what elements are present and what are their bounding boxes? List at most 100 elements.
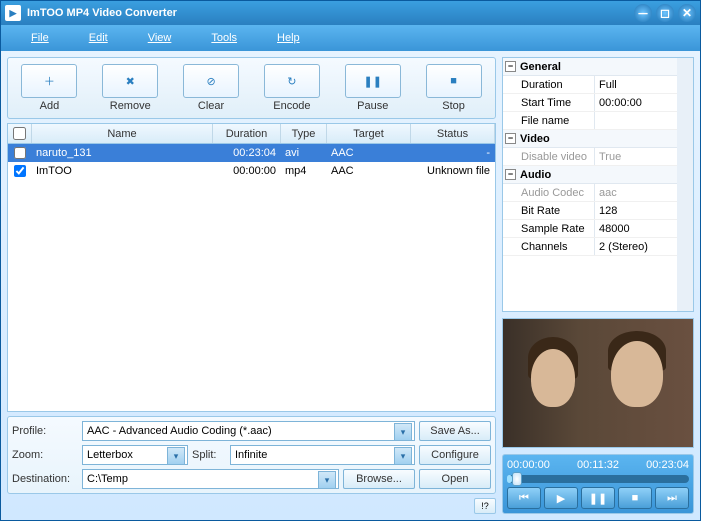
prop-row[interactable]: Start Time00:00:00 [503,94,677,112]
clear-button[interactable]: ⊘ Clear [174,62,249,114]
zoom-combo[interactable]: Letterbox [82,445,188,465]
cell-duration: 00:23:04 [213,147,281,159]
prop-key: Duration [503,76,595,93]
menu-tools[interactable]: Tools [191,28,257,48]
maximize-button[interactable]: ◻ [656,4,674,22]
destination-label: Destination: [12,473,78,485]
prop-value[interactable] [595,112,677,129]
split-combo[interactable]: Infinite [230,445,415,465]
col-status[interactable]: Status [411,124,495,143]
split-label: Split: [192,449,226,461]
next-button[interactable]: ⏭ [655,487,689,509]
properties-panel: −GeneralDurationFullStart Time00:00:00Fi… [502,57,694,312]
prop-key: Bit Rate [503,202,595,219]
prop-row[interactable]: Sample Rate48000 [503,220,677,238]
prop-key: File name [503,112,595,129]
collapse-icon[interactable]: − [505,133,516,144]
prop-key: Audio Codec [503,184,595,201]
prop-key: Disable video [503,148,595,165]
cell-type: avi [281,147,327,159]
open-button[interactable]: Open [419,469,491,489]
minimize-button[interactable]: － [634,4,652,22]
saveas-button[interactable]: Save As... [419,421,491,441]
x-icon: ✖ [126,75,135,88]
prop-value[interactable]: aac [595,184,677,201]
close-button[interactable]: ✕ [678,4,696,22]
prop-row[interactable]: Disable videoTrue [503,148,677,166]
row-checkbox[interactable] [14,165,26,177]
file-list-header: Name Duration Type Target Status [8,124,495,144]
prop-row[interactable]: File name [503,112,677,130]
prop-key: Start Time [503,94,595,111]
player-pause-button[interactable]: ❚❚ [581,487,615,509]
col-duration[interactable]: Duration [213,124,281,143]
col-name[interactable]: Name [32,124,213,143]
prop-row[interactable]: DurationFull [503,76,677,94]
help-button[interactable]: !? [474,498,496,514]
player-controls: 00:00:00 00:11:32 00:23:04 ⏮ ▶ ❚❚ ■ ⏭ [502,454,694,514]
profile-combo[interactable]: AAC - Advanced Audio Coding (*.aac) [82,421,415,441]
plus-icon: ＋ [44,73,55,89]
prop-group[interactable]: −General [503,58,677,76]
col-type[interactable]: Type [281,124,327,143]
pause-icon: ❚❚ [364,75,382,88]
menu-edit[interactable]: Edit [69,28,128,48]
encode-button[interactable]: ↻ Encode [254,62,329,114]
destination-input[interactable]: C:\Temp [82,469,339,489]
window-title: ImTOO MP4 Video Converter [27,7,634,19]
cell-target: AAC [327,165,411,177]
prop-value[interactable]: 48000 [595,220,677,237]
toolbar: ＋ Add ✖ Remove ⊘ Clear ↻ Encode ❚❚ Pau [7,57,496,119]
add-button[interactable]: ＋ Add [12,62,87,114]
cell-status: Unknown file [411,165,495,177]
prev-button[interactable]: ⏮ [507,487,541,509]
menu-help[interactable]: Help [257,28,320,48]
player-stop-button[interactable]: ■ [618,487,652,509]
stop-icon: ■ [450,75,457,87]
profile-label: Profile: [12,425,78,437]
time-start: 00:00:00 [507,459,550,471]
row-checkbox[interactable] [14,147,26,159]
props-scrollbar[interactable] [677,58,693,311]
remove-button[interactable]: ✖ Remove [93,62,168,114]
prop-value[interactable]: 128 [595,202,677,219]
prop-value[interactable]: True [595,148,677,165]
file-list: Name Duration Type Target Status naruto_… [7,123,496,412]
col-check[interactable] [8,124,32,143]
cell-name: naruto_131 [32,147,213,159]
stop-button[interactable]: ■ Stop [416,62,491,114]
prop-value[interactable]: 2 (Stereo) [595,238,677,255]
menubar: File Edit View Tools Help [1,25,700,51]
browse-button[interactable]: Browse... [343,469,415,489]
app-window: ▶ ImTOO MP4 Video Converter － ◻ ✕ File E… [0,0,701,521]
time-end: 00:23:04 [646,459,689,471]
cell-duration: 00:00:00 [213,165,281,177]
table-row[interactable]: ImTOO00:00:00mp4AACUnknown file [8,162,495,180]
collapse-icon[interactable]: − [505,61,516,72]
time-mid: 00:11:32 [577,459,619,471]
menu-view[interactable]: View [128,28,192,48]
table-row[interactable]: naruto_13100:23:04aviAAC- [8,144,495,162]
play-button[interactable]: ▶ [544,487,578,509]
prop-row[interactable]: Channels2 (Stereo) [503,238,677,256]
col-target[interactable]: Target [327,124,411,143]
configure-button[interactable]: Configure [419,445,491,465]
menu-file[interactable]: File [11,28,69,48]
titlebar: ▶ ImTOO MP4 Video Converter － ◻ ✕ [1,1,700,25]
prop-row[interactable]: Audio Codecaac [503,184,677,202]
collapse-icon[interactable]: − [505,169,516,180]
cell-name: ImTOO [32,165,213,177]
prop-group[interactable]: −Video [503,130,677,148]
prop-value[interactable]: 00:00:00 [595,94,677,111]
prop-row[interactable]: Bit Rate128 [503,202,677,220]
seek-bar[interactable] [507,475,689,483]
video-preview [502,318,694,448]
prop-key: Sample Rate [503,220,595,237]
prop-key: Channels [503,238,595,255]
app-icon: ▶ [5,5,21,21]
pause-button[interactable]: ❚❚ Pause [335,62,410,114]
seek-thumb[interactable] [512,472,522,486]
encode-icon: ↻ [287,75,296,88]
prop-value[interactable]: Full [595,76,677,93]
prop-group[interactable]: −Audio [503,166,677,184]
